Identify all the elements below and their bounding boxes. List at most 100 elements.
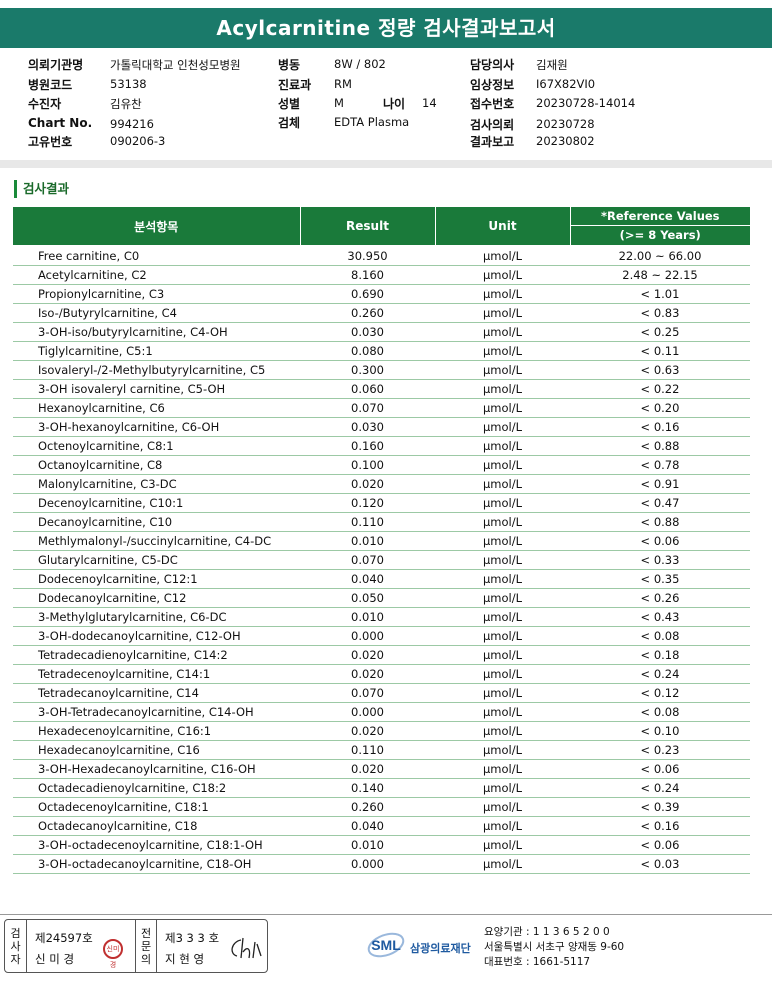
result-value: 0.260 bbox=[300, 303, 435, 323]
table-row: Octanoylcarnitine, C8 0.100 μmol/L < 0.78 bbox=[13, 455, 750, 475]
reference-value: < 1.01 bbox=[570, 284, 750, 304]
analyte-name: Hexadecenoylcarnitine, C16:1 bbox=[13, 721, 300, 741]
reference-value: < 0.06 bbox=[570, 531, 750, 551]
analyte-name: Tetradecenoylcarnitine, C14:1 bbox=[13, 664, 300, 684]
analyte-name: Glutarylcarnitine, C5-DC bbox=[13, 550, 300, 570]
result-value: 0.000 bbox=[300, 702, 435, 722]
unit-value: μmol/L bbox=[435, 398, 570, 418]
age-label: 나이 bbox=[383, 97, 406, 111]
table-row: Free carnitine, C0 30.950 μmol/L 22.00 ~ 66… bbox=[13, 245, 750, 266]
table-row: Dodecenoylcarnitine, C12:1 0.040 μmol/L < 0… bbox=[13, 569, 750, 589]
table-row: 3-OH-Hexadecanoylcarnitine, C16-OH 0.020 μ… bbox=[13, 759, 750, 779]
table-row: Acetylcarnitine, C2 8.160 μmol/L 2.48 ~ 22.… bbox=[13, 265, 750, 285]
unit-value: μmol/L bbox=[435, 683, 570, 703]
result-value: 0.110 bbox=[300, 512, 435, 532]
unit-value: μmol/L bbox=[435, 284, 570, 304]
examiner-name: 신 미 경 bbox=[35, 952, 75, 966]
result-value: 0.030 bbox=[300, 322, 435, 342]
analyte-name: Hexanoylcarnitine, C6 bbox=[13, 398, 300, 418]
specialist-char-1: 전 bbox=[140, 926, 152, 940]
result-value: 0.120 bbox=[300, 493, 435, 513]
analyte-name: 3-OH-dodecanoylcarnitine, C12-OH bbox=[13, 626, 300, 646]
result-value: 0.010 bbox=[300, 835, 435, 855]
table-row: Malonylcarnitine, C3-DC 0.020 μmol/L < 0.91 bbox=[13, 474, 750, 494]
reference-value: < 0.91 bbox=[570, 474, 750, 494]
table-row: 3-OH isovaleryl carnitine, C5-OH 0.060 μmo… bbox=[13, 379, 750, 399]
result-value: 0.010 bbox=[300, 607, 435, 627]
result-value: 0.050 bbox=[300, 588, 435, 608]
analyte-name: Octadecanoylcarnitine, C18 bbox=[13, 816, 300, 836]
specialist-vertical-label: 전 문 의 bbox=[135, 920, 157, 972]
examiner-char-3: 자 bbox=[10, 952, 21, 966]
table-row: Hexadecanoylcarnitine, C16 0.110 μmol/L < 0… bbox=[13, 740, 750, 760]
specialist-char-3: 의 bbox=[140, 952, 152, 966]
org-contact: 요양기관 : 1 1 3 6 5 2 0 0 서울특별시 서초구 양재동 9-6… bbox=[484, 925, 624, 970]
section-title: 검사결과 bbox=[14, 180, 69, 198]
ward-label: 병동 bbox=[278, 58, 301, 72]
clinical-info-label: 임상정보 bbox=[470, 78, 515, 92]
analyte-name: Dodecanoylcarnitine, C12 bbox=[13, 588, 300, 608]
reference-value: 2.48 ~ 22.15 bbox=[570, 265, 750, 285]
patient-value: 김유찬 bbox=[110, 97, 142, 111]
analyte-name: Tiglylcarnitine, C5:1 bbox=[13, 341, 300, 361]
reference-value: < 0.10 bbox=[570, 721, 750, 741]
unit-value: μmol/L bbox=[435, 721, 570, 741]
analyte-name: 3-OH isovaleryl carnitine, C5-OH bbox=[13, 379, 300, 399]
reference-value: < 0.16 bbox=[570, 417, 750, 437]
result-value: 0.070 bbox=[300, 398, 435, 418]
result-value: 0.300 bbox=[300, 360, 435, 380]
reference-value: < 0.39 bbox=[570, 797, 750, 817]
unit-value: μmol/L bbox=[435, 740, 570, 760]
result-value: 0.030 bbox=[300, 417, 435, 437]
result-value: 0.020 bbox=[300, 759, 435, 779]
examiner-vertical-label: 검 사 자 bbox=[5, 920, 27, 972]
table-row: 3-OH-octadecenoylcarnitine, C18:1-OH 0.01… bbox=[13, 835, 750, 855]
age-value: 14 bbox=[422, 96, 437, 110]
result-value: 0.020 bbox=[300, 721, 435, 741]
analyte-name: Isovaleryl-/2-Methylbutyrylcarnitine, C5 bbox=[13, 360, 300, 380]
table-row: Octenoylcarnitine, C8:1 0.160 μmol/L < 0.88 bbox=[13, 436, 750, 456]
table-row: Glutarylcarnitine, C5-DC 0.070 μmol/L < 0.3… bbox=[13, 550, 750, 570]
reference-value: < 0.88 bbox=[570, 512, 750, 532]
org-address: 서울특별시 서초구 양재동 9-60 bbox=[484, 941, 625, 953]
unit-value: μmol/L bbox=[435, 550, 570, 570]
unique-id-label: 고유번호 bbox=[28, 135, 73, 149]
specialist-license: 제3 3 3 호 bbox=[165, 931, 220, 945]
table-row: Tetradecadienoylcarnitine, C14:2 0.020 μmo… bbox=[13, 645, 750, 665]
analyte-name: Tetradecanoylcarnitine, C14 bbox=[13, 683, 300, 703]
result-value: 0.060 bbox=[300, 379, 435, 399]
analyte-name: Tetradecadienoylcarnitine, C14:2 bbox=[13, 645, 300, 665]
reference-value: < 0.18 bbox=[570, 645, 750, 665]
doctor-value: 김재원 bbox=[536, 58, 568, 72]
chart-no-label: Chart No. bbox=[28, 116, 93, 130]
reference-value: < 0.43 bbox=[570, 607, 750, 627]
result-value: 30.950 bbox=[300, 245, 435, 266]
unit-value: μmol/L bbox=[435, 493, 570, 513]
analyte-name: 3-OH-octadecenoylcarnitine, C18:1-OH bbox=[13, 835, 300, 855]
unit-value: μmol/L bbox=[435, 474, 570, 494]
report-page: Acylcarnitine 정량 검사결과보고서 의뢰기관명 가톨릭대학교 인천… bbox=[0, 0, 772, 982]
table-row: Octadecanoylcarnitine, C18 0.040 μmol/L < 0… bbox=[13, 816, 750, 836]
analyte-name: 3-OH-hexanoylcarnitine, C6-OH bbox=[13, 417, 300, 437]
table-row: Tetradecanoylcarnitine, C14 0.070 μmol/L < … bbox=[13, 683, 750, 703]
analyte-name: Octenoylcarnitine, C8:1 bbox=[13, 436, 300, 456]
table-row: Propionylcarnitine, C3 0.690 μmol/L < 1.01 bbox=[13, 284, 750, 304]
result-value: 0.140 bbox=[300, 778, 435, 798]
table-row: Octadecadienoylcarnitine, C18:2 0.140 μmol… bbox=[13, 778, 750, 798]
reference-value: < 0.78 bbox=[570, 455, 750, 475]
sex-value: M bbox=[334, 96, 344, 110]
unit-value: μmol/L bbox=[435, 265, 570, 285]
results-table: 분석항목 Result Unit *Reference Values (>= 8… bbox=[13, 207, 750, 874]
unit-value: μmol/L bbox=[435, 816, 570, 836]
examiner-license: 제24597호 bbox=[35, 931, 93, 945]
result-value: 0.000 bbox=[300, 854, 435, 874]
reference-value: < 0.06 bbox=[570, 759, 750, 779]
analyte-name: 3-OH-Tetradecanoylcarnitine, C14-OH bbox=[13, 702, 300, 722]
result-value: 0.020 bbox=[300, 664, 435, 684]
unit-value: μmol/L bbox=[435, 702, 570, 722]
analyte-name: Hexadecanoylcarnitine, C16 bbox=[13, 740, 300, 760]
reference-value: < 0.12 bbox=[570, 683, 750, 703]
unit-value: μmol/L bbox=[435, 607, 570, 627]
reference-value: < 0.63 bbox=[570, 360, 750, 380]
patient-info: 의뢰기관명 가톨릭대학교 인천성모병원 병원코드 53138 수진자 김유찬 C… bbox=[0, 52, 772, 152]
